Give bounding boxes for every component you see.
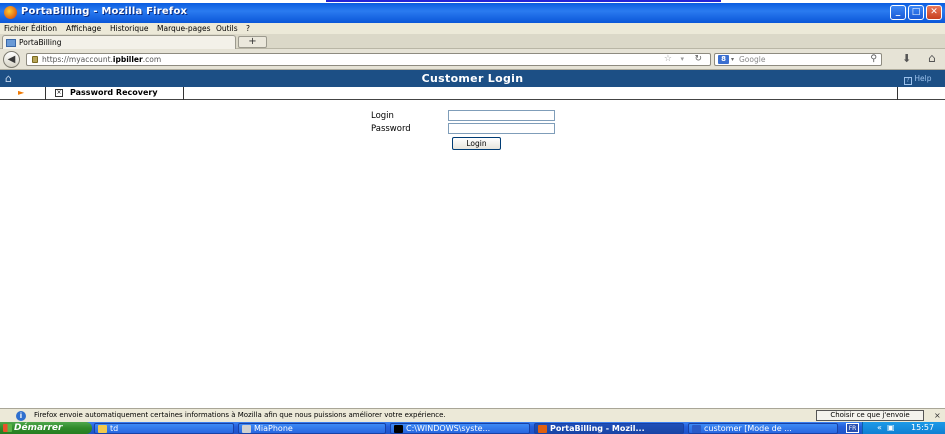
taskbar-item-cmd[interactable]: C:\WINDOWS\syste... [390, 423, 530, 434]
close-button[interactable]: ✕ [926, 5, 942, 20]
tab-label: PortaBilling [19, 38, 62, 47]
notification-message: Firefox envoie automatiquement certaines… [34, 411, 446, 419]
url-domain: ipbiller [112, 55, 143, 64]
search-placeholder: Google [739, 55, 766, 64]
notification-close-icon[interactable]: × [934, 409, 941, 422]
divider [897, 87, 898, 100]
address-bar[interactable]: https://myaccount.ipbiller.com ☆ ▾ ↻ [26, 53, 711, 66]
taskbar-item-word[interactable]: customer [Mode de ... [688, 423, 838, 434]
system-tray: « ▣ 15:57 [862, 422, 945, 434]
taskbar-item-firefox[interactable]: PortaBilling - Mozil... [534, 423, 684, 434]
back-arrow-icon: ◀ [7, 54, 16, 65]
choose-what-to-send-button[interactable]: Choisir ce que j'envoie [816, 410, 924, 421]
sub-navigation: ► × Password Recovery [0, 87, 945, 100]
menu-fichier[interactable]: Fichier [4, 23, 29, 34]
firefox-logo-icon [4, 6, 17, 19]
taskbar-label: customer [Mode de ... [704, 424, 792, 433]
search-bar[interactable]: 8 ▾ Google ⚲ [714, 53, 882, 66]
search-icon[interactable]: ⚲ [870, 54, 877, 65]
folder-icon [98, 425, 107, 433]
firefox-icon [538, 425, 547, 433]
url-prefix: https://myaccount. [42, 55, 113, 64]
help-icon: ? [904, 77, 912, 85]
minimize-button[interactable]: _ [890, 5, 906, 20]
tab-bar: PortaBilling + [0, 34, 945, 49]
engine-dropdown-icon[interactable]: ▾ [731, 54, 734, 65]
menu-edition[interactable]: Édition [31, 23, 57, 34]
notification-bar: i Firefox envoie automatiquement certain… [0, 408, 945, 422]
page-title: Customer Login [421, 72, 524, 85]
clock[interactable]: 15:57 [911, 422, 934, 434]
taskbar-label: td [110, 424, 119, 433]
lock-icon [32, 56, 38, 63]
login-label: Login [371, 111, 394, 121]
home-icon[interactable]: ⌂ [928, 52, 936, 65]
info-icon: i [16, 411, 26, 421]
page-favicon-icon [6, 39, 16, 47]
taskbar-label: MiaPhone [254, 424, 293, 433]
new-tab-button[interactable]: + [238, 36, 267, 48]
language-indicator[interactable]: FR [846, 423, 859, 433]
start-label: Démarrer [14, 423, 63, 433]
bookmark-star-icon[interactable]: ☆ [664, 54, 672, 65]
reload-icon[interactable]: ↻ [694, 54, 702, 65]
page-content: ⌂ Customer Login ? Help ► × Password Rec… [0, 70, 945, 408]
menu-marque-pages[interactable]: Marque-pages [157, 23, 211, 34]
login-button[interactable]: Login [452, 137, 501, 150]
password-input[interactable] [448, 123, 555, 134]
page-header: ⌂ Customer Login ? Help [0, 70, 945, 87]
console-icon [394, 425, 403, 433]
menu-outils[interactable]: Outils [216, 23, 238, 34]
google-engine-icon[interactable]: 8 [718, 55, 729, 64]
window-titlebar[interactable]: PortaBilling - Mozilla Firefox _ □ ✕ [0, 3, 945, 23]
navigation-bar: ◀ https://myaccount.ipbiller.com ☆ ▾ ↻ 8… [0, 49, 945, 70]
url-text: https://myaccount.ipbiller.com [42, 54, 161, 65]
window-title: PortaBilling - Mozilla Firefox [21, 6, 188, 17]
start-button[interactable]: Démarrer [0, 422, 92, 434]
orange-arrow-icon: ► [18, 88, 25, 97]
windows-flag-icon [3, 424, 12, 432]
top-link-underline [326, 0, 721, 2]
back-button[interactable]: ◀ [3, 51, 20, 68]
network-icon[interactable]: ▣ [887, 422, 895, 434]
tab-password-recovery[interactable]: × Password Recovery [45, 87, 184, 100]
collapse-icon: × [55, 89, 63, 97]
password-label: Password [371, 124, 411, 134]
app-icon [242, 425, 251, 433]
menu-historique[interactable]: Historique [110, 23, 148, 34]
download-icon[interactable]: ⬇ [902, 53, 911, 65]
menu-bar: Fichier Édition Affichage Historique Mar… [0, 23, 945, 34]
windows-taskbar: Démarrer td MiaPhone C:\WINDOWS\syste...… [0, 422, 945, 434]
tray-expand-icon[interactable]: « [877, 422, 882, 434]
taskbar-label: PortaBilling - Mozil... [550, 424, 645, 433]
menu-affichage[interactable]: Affichage [66, 23, 101, 34]
url-dropdown-icon[interactable]: ▾ [680, 54, 684, 65]
help-link[interactable]: ? Help [904, 73, 932, 85]
maximize-button[interactable]: □ [908, 5, 924, 20]
taskbar-item-td[interactable]: td [94, 423, 234, 434]
taskbar-label: C:\WINDOWS\syste... [406, 424, 491, 433]
help-label: Help [914, 74, 932, 83]
password-recovery-label: Password Recovery [70, 88, 158, 97]
login-input[interactable] [448, 110, 555, 121]
url-suffix: .com [142, 55, 162, 64]
taskbar-item-miaphone[interactable]: MiaPhone [238, 423, 386, 434]
menu-help[interactable]: ? [246, 23, 250, 34]
word-icon [692, 425, 701, 433]
tab-portabilling[interactable]: PortaBilling [2, 35, 236, 49]
